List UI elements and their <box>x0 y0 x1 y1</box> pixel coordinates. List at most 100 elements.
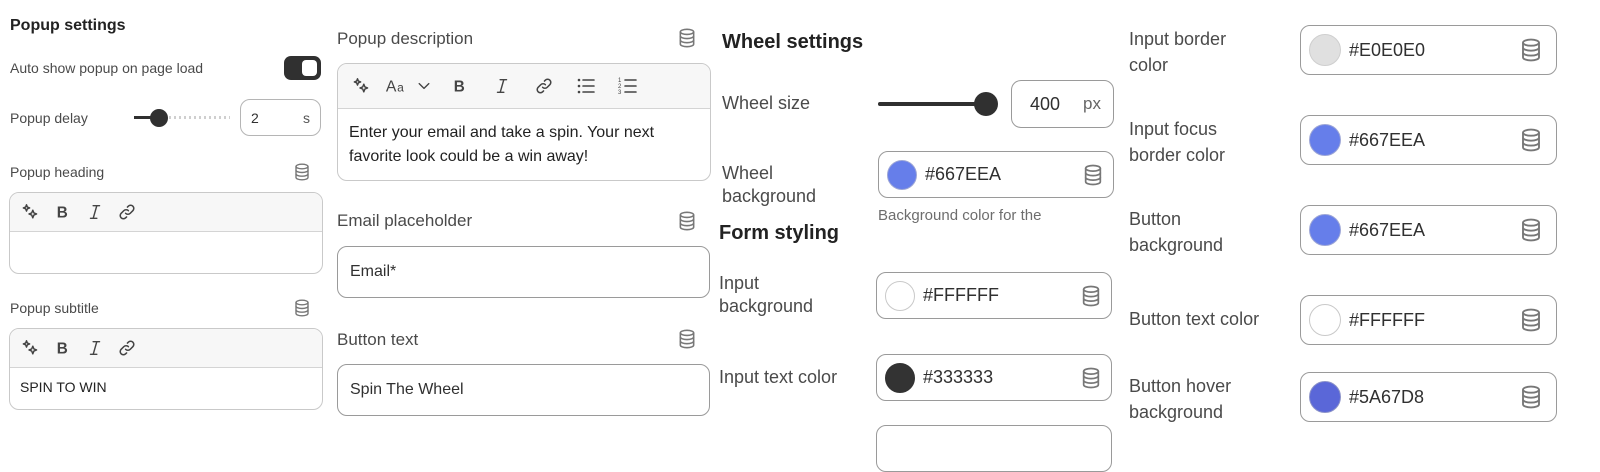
database-icon[interactable] <box>294 163 310 181</box>
input-text-color-value: #333333 <box>923 367 994 387</box>
next-color-field-partial[interactable] <box>876 425 1112 472</box>
bold-icon[interactable]: B <box>448 77 472 95</box>
button-text-color-label: Button text color <box>1129 309 1260 329</box>
svg-text:A: A <box>386 79 397 96</box>
link-icon[interactable] <box>116 339 138 357</box>
magic-icon[interactable] <box>350 77 374 95</box>
input-border-color-value: #E0E0E0 <box>1349 39 1426 60</box>
bullet-list-icon[interactable] <box>574 76 598 96</box>
popup-subtitle-text[interactable]: SPIN TO WIN <box>10 368 322 406</box>
database-icon[interactable] <box>1081 285 1101 307</box>
input-border-color-field[interactable]: #E0E0E0 <box>1300 25 1557 75</box>
popup-subtitle-editor[interactable]: B SPIN TO WIN <box>9 328 323 410</box>
popup-description-text[interactable]: Enter your email and take a spin. Your n… <box>338 109 710 180</box>
input-text-color-label: Input text color <box>719 367 838 387</box>
color-swatch[interactable] <box>1309 304 1341 336</box>
database-icon[interactable] <box>1520 38 1542 62</box>
italic-icon[interactable] <box>84 339 106 357</box>
popup-delay-input[interactable]: 2 s <box>240 99 321 136</box>
database-icon[interactable] <box>294 299 310 317</box>
wheel-background-help: Background color for the <box>878 207 1042 223</box>
auto-show-toggle[interactable] <box>284 56 321 80</box>
input-focus-border-color-value: #667EEA <box>1349 129 1426 150</box>
database-icon[interactable] <box>1083 164 1103 186</box>
link-icon[interactable] <box>532 77 556 95</box>
popup-delay-label: Popup delay <box>10 110 88 126</box>
email-placeholder-input[interactable]: Email* <box>337 246 710 298</box>
button-hover-background-color-field[interactable]: #5A67D8 <box>1300 372 1557 422</box>
color-swatch[interactable] <box>885 280 915 311</box>
email-placeholder-label: Email placeholder <box>337 211 473 230</box>
svg-text:B: B <box>57 204 68 221</box>
svg-text:3: 3 <box>618 90 622 96</box>
bold-icon[interactable]: B <box>52 339 74 357</box>
popup-delay-unit: s <box>303 109 310 126</box>
svg-text:B: B <box>454 78 465 95</box>
input-background-color-field[interactable]: #FFFFFF <box>876 272 1112 319</box>
database-icon[interactable] <box>1520 218 1542 242</box>
button-background-value: #667EEA <box>1349 219 1426 240</box>
chevron-down-icon[interactable] <box>414 78 434 94</box>
form-styling-title: Form styling <box>719 222 840 244</box>
numbered-list-icon[interactable]: 123 <box>616 76 640 96</box>
color-swatch[interactable] <box>885 362 915 393</box>
button-text-color-field[interactable]: #FFFFFF <box>1300 295 1557 345</box>
color-swatch[interactable] <box>1309 34 1341 66</box>
wheel-background-value: #667EEA <box>925 164 1002 184</box>
input-focus-border-color-label: Input focus border color <box>1129 119 1226 165</box>
popup-settings-title: Popup settings <box>10 17 126 34</box>
input-border-color-label: Input border color <box>1129 29 1227 75</box>
font-size-icon[interactable]: Aa <box>384 76 412 96</box>
database-icon[interactable] <box>678 28 696 48</box>
wheel-size-value: 400 <box>1030 93 1061 114</box>
database-icon[interactable] <box>1520 128 1542 152</box>
popup-description-label: Popup description <box>337 29 474 48</box>
button-hover-background-label: Button hover background <box>1129 376 1232 422</box>
wheel-background-color-field[interactable]: #667EEA <box>878 151 1114 198</box>
magic-icon[interactable] <box>20 339 42 357</box>
italic-icon[interactable] <box>490 77 514 95</box>
italic-icon[interactable] <box>84 203 106 221</box>
wheel-size-unit: px <box>1083 94 1101 113</box>
database-icon[interactable] <box>678 329 696 349</box>
wheel-background-label: Wheel background <box>722 163 817 206</box>
popup-heading-editor[interactable]: B <box>9 192 323 274</box>
popup-description-toolbar: Aa B 123 <box>338 64 710 109</box>
popup-heading-text[interactable] <box>10 232 322 252</box>
popup-heading-toolbar: B <box>10 193 322 232</box>
button-background-label: Button background <box>1129 209 1224 255</box>
button-text-color-value: #FFFFFF <box>1349 309 1425 330</box>
input-background-label: Input background <box>719 273 814 316</box>
svg-text:B: B <box>57 340 68 357</box>
link-icon[interactable] <box>116 203 138 221</box>
popup-description-editor[interactable]: Aa B 123 Enter your email and take a spi… <box>337 63 711 181</box>
database-icon[interactable] <box>1520 385 1542 409</box>
color-swatch[interactable] <box>1309 381 1341 413</box>
database-icon[interactable] <box>678 211 696 231</box>
wheel-size-input[interactable]: 400 px <box>1011 80 1114 128</box>
bold-icon[interactable]: B <box>52 203 74 221</box>
color-swatch[interactable] <box>887 159 917 190</box>
color-swatch[interactable] <box>1309 124 1341 156</box>
color-swatch[interactable] <box>1309 214 1341 246</box>
wheel-size-slider[interactable] <box>878 92 998 116</box>
popup-delay-slider[interactable] <box>134 108 230 128</box>
popup-subtitle-label: Popup subtitle <box>10 300 99 316</box>
database-icon[interactable] <box>1520 308 1542 332</box>
wheel-settings-title: Wheel settings <box>722 31 864 53</box>
database-icon[interactable] <box>1081 367 1101 389</box>
input-focus-border-color-field[interactable]: #667EEA <box>1300 115 1557 165</box>
button-text-input[interactable]: Spin The Wheel <box>337 364 710 416</box>
button-text-label: Button text <box>337 330 419 349</box>
svg-text:a: a <box>397 81 404 95</box>
email-placeholder-value: Email* <box>350 263 397 280</box>
button-background-color-field[interactable]: #667EEA <box>1300 205 1557 255</box>
wheel-size-label: Wheel size <box>722 93 811 113</box>
auto-show-label: Auto show popup on page load <box>10 60 204 76</box>
magic-icon[interactable] <box>20 203 42 221</box>
button-text-value: Spin The Wheel <box>350 381 464 398</box>
wheel-size-slider-thumb[interactable] <box>974 92 998 116</box>
popup-delay-slider-thumb[interactable] <box>149 109 168 127</box>
input-background-value: #FFFFFF <box>923 285 999 305</box>
input-text-color-field[interactable]: #333333 <box>876 354 1112 401</box>
